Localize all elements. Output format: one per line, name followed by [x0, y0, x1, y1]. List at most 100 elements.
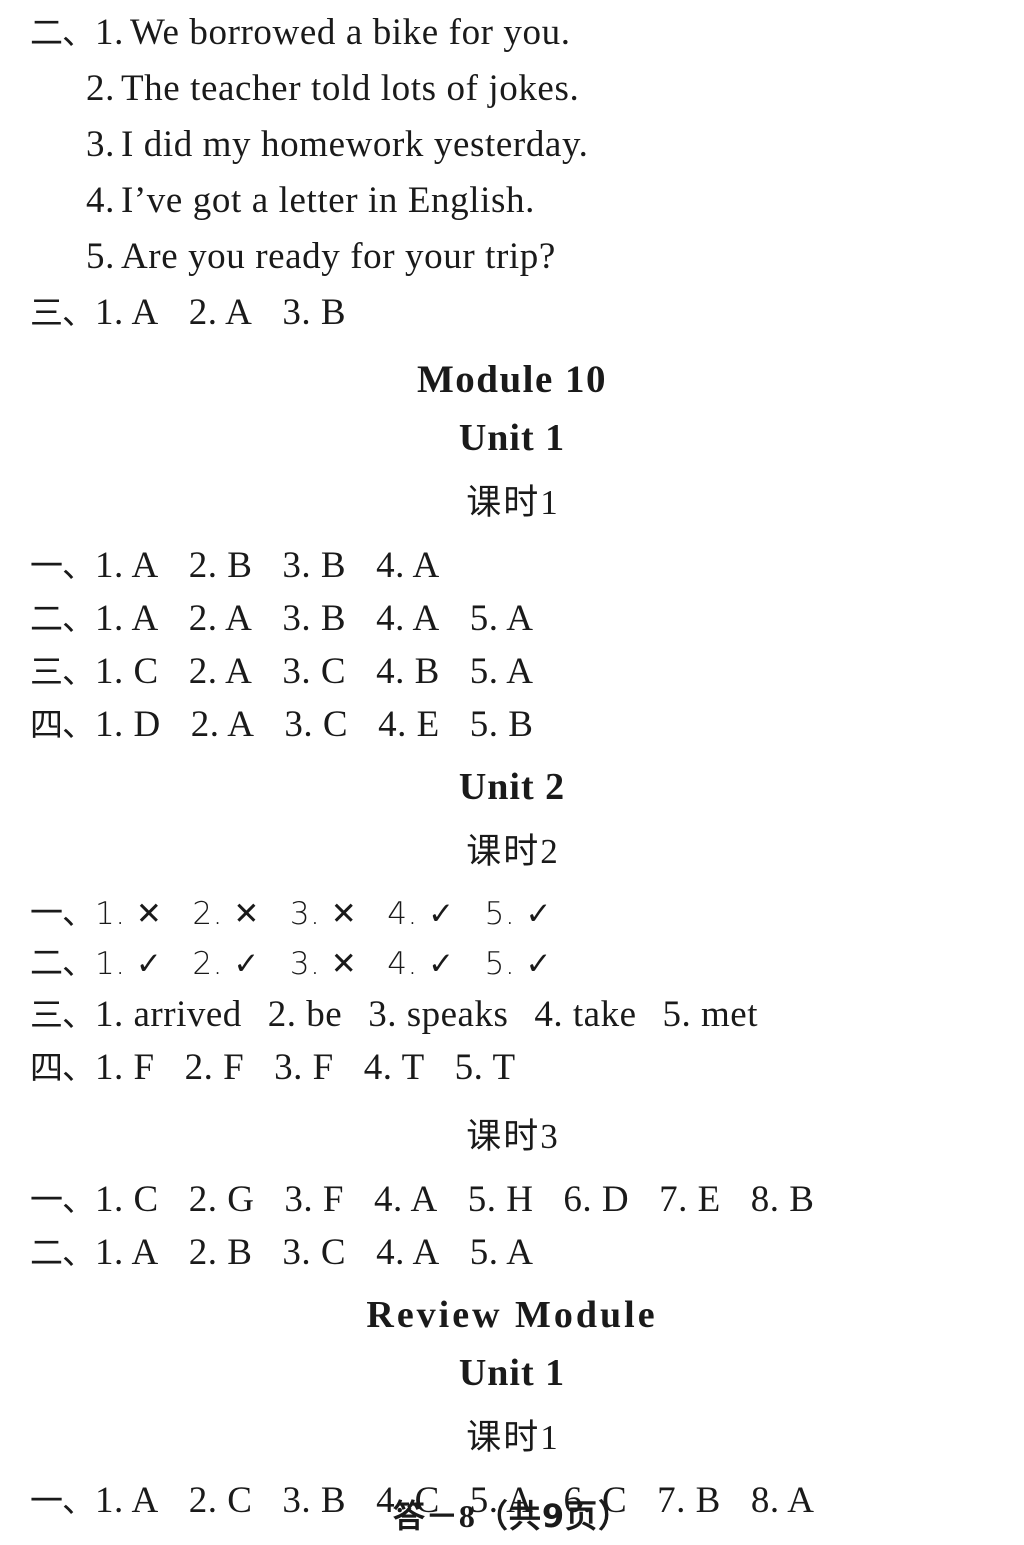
ordinal-label: 三、	[30, 293, 95, 332]
footer-page-number: 8	[458, 1498, 476, 1534]
item-number: 3.	[86, 124, 115, 165]
sentence-text: We borrowed a bike for you.	[129, 12, 571, 53]
answer-item: 5. ✓	[484, 946, 553, 982]
review-module-heading: Review Module	[366, 1294, 658, 1336]
item-number: 4.	[86, 180, 115, 221]
answer-row: 一、 1. A 2. B 3. B 4. A	[30, 547, 994, 584]
answer-item: 2. A	[188, 292, 253, 333]
section-two-sentences: 二、 1. We borrowed a bike for you. 2. The…	[30, 14, 994, 275]
ordinal-label: 三、	[30, 652, 95, 691]
answer-item: 4. ✓	[387, 896, 455, 932]
answer-item: 4. A	[374, 1179, 438, 1220]
answer-item: 3. speaks	[368, 994, 509, 1035]
answer-item: 2. B	[188, 545, 253, 586]
answer-item: 3. C	[282, 1232, 347, 1273]
answer-item: 5. T	[454, 1047, 516, 1088]
answer-row: 二、 1. A 2. A 3. B 4. A 5. A	[30, 600, 994, 637]
answer-item: 3. ✕	[289, 946, 358, 982]
answer-item: 2. G	[188, 1179, 255, 1220]
lesson-number: 3	[540, 1117, 558, 1156]
answer-item: 5. A	[469, 651, 534, 692]
answer-item: 4. take	[534, 994, 637, 1035]
answer-row: 四、 1. D 2. A 3. C 4. E 5. B	[30, 706, 994, 743]
sentence-text: Are you ready for your trip?	[120, 236, 556, 277]
item-number: 5.	[86, 236, 115, 277]
answer-item: 1. A	[95, 292, 159, 333]
lesson-label: 课时	[466, 1418, 541, 1458]
answer-row: 一、 1. ✕ 2. ✕ 3. ✕ 4. ✓ 5. ✓	[30, 896, 994, 930]
answer-item: 3. B	[282, 545, 347, 586]
answer-item: 2. A	[190, 704, 255, 745]
answer-item: 4. A	[376, 598, 440, 639]
lesson-heading: 课时2	[30, 823, 994, 874]
answer-item: 5. H	[467, 1179, 534, 1220]
footer-prefix: 答	[392, 1497, 426, 1535]
answer-item: 4. T	[363, 1047, 425, 1088]
ordinal-label: 二、	[30, 1233, 95, 1272]
sentence-line: 3. I did my homework yesterday.	[30, 126, 994, 163]
answer-item: 1. C	[95, 651, 159, 692]
answer-item: 5. ✓	[484, 896, 553, 932]
lesson-label: 课时	[466, 483, 541, 523]
answer-item: 6. D	[563, 1179, 630, 1220]
footer-total: （共9页）	[475, 1497, 632, 1535]
footer-dash: －	[425, 1497, 459, 1535]
unit-heading: Unit 2	[458, 766, 566, 808]
ordinal-label: 二、	[30, 599, 95, 638]
answer-row: 三、 1. A 2. A 3. B	[30, 294, 994, 331]
answer-item: 5. met	[662, 994, 758, 1035]
answer-row: 一、 1. C 2. G 3. F 4. A 5. H 6. D 7. E 8.…	[30, 1181, 994, 1218]
ordinal-label: 二、	[30, 943, 95, 982]
ordinal-label: 一、	[30, 1180, 95, 1219]
answer-item: 1. ✕	[95, 896, 163, 932]
answer-item: 2. A	[188, 598, 253, 639]
answer-item: 3. C	[284, 704, 349, 745]
answer-item: 1. A	[95, 545, 159, 586]
answer-item: 2. B	[188, 1232, 253, 1273]
answer-row: 三、 1. arrived 2. be 3. speaks 4. take 5.…	[30, 996, 994, 1033]
answer-item: 4. A	[376, 545, 440, 586]
module-heading: Module 10	[416, 358, 608, 401]
unit-heading: Unit 1	[458, 1352, 566, 1394]
answer-item: 3. B	[282, 292, 347, 333]
answer-item: 3. C	[282, 651, 347, 692]
answer-item: 2. F	[184, 1047, 245, 1088]
answer-item: 3. F	[284, 1179, 344, 1220]
answer-item: 1. C	[95, 1179, 159, 1220]
answer-item: 7. E	[659, 1179, 721, 1220]
answer-item: 4. A	[376, 1232, 440, 1273]
sentence-line: 2. The teacher told lots of jokes.	[30, 70, 994, 107]
answer-item: 1. ✓	[95, 946, 163, 982]
ordinal-label: 一、	[30, 893, 95, 932]
ordinal-label: 一、	[30, 546, 95, 585]
page-footer: 答－8（共9页）	[0, 1491, 1024, 1537]
sentence-text: I’ve got a letter in English.	[120, 180, 535, 221]
answer-row: 三、 1. C 2. A 3. C 4. B 5. A	[30, 653, 994, 690]
answer-item: 5. A	[469, 1232, 534, 1273]
lesson-heading: 课时1	[30, 1409, 994, 1460]
ordinal-label: 二、	[30, 13, 95, 52]
answer-item: 1. F	[95, 1047, 155, 1088]
sentence-line: 5. Are you ready for your trip?	[30, 238, 994, 275]
answer-item: 1. arrived	[95, 994, 242, 1035]
answer-item: 1. A	[95, 598, 159, 639]
answer-item: 2. be	[267, 994, 343, 1035]
answer-row: 二、 1. A 2. B 3. C 4. A 5. A	[30, 1234, 994, 1271]
sentence-line: 二、 1. We borrowed a bike for you.	[30, 14, 994, 51]
answer-item: 3. F	[274, 1047, 334, 1088]
lesson-label: 课时	[466, 832, 541, 872]
lesson-number: 1	[540, 1418, 558, 1457]
sentence-line: 4. I’ve got a letter in English.	[30, 182, 994, 219]
answer-item: 4. E	[378, 704, 440, 745]
answer-item: 2. A	[188, 651, 253, 692]
answer-item: 5. A	[469, 598, 534, 639]
answer-item: 1. D	[95, 704, 161, 745]
sentence-text: The teacher told lots of jokes.	[120, 68, 580, 109]
lesson-label: 课时	[466, 1117, 541, 1157]
item-number: 2.	[86, 68, 115, 109]
answer-item: 4. B	[376, 651, 440, 692]
answer-item: 1. A	[95, 1232, 159, 1273]
answer-row: 二、 1. ✓ 2. ✓ 3. ✕ 4. ✓ 5. ✓	[30, 946, 994, 980]
answer-item: 3. B	[282, 598, 347, 639]
lesson-heading: 课时3	[30, 1108, 994, 1159]
